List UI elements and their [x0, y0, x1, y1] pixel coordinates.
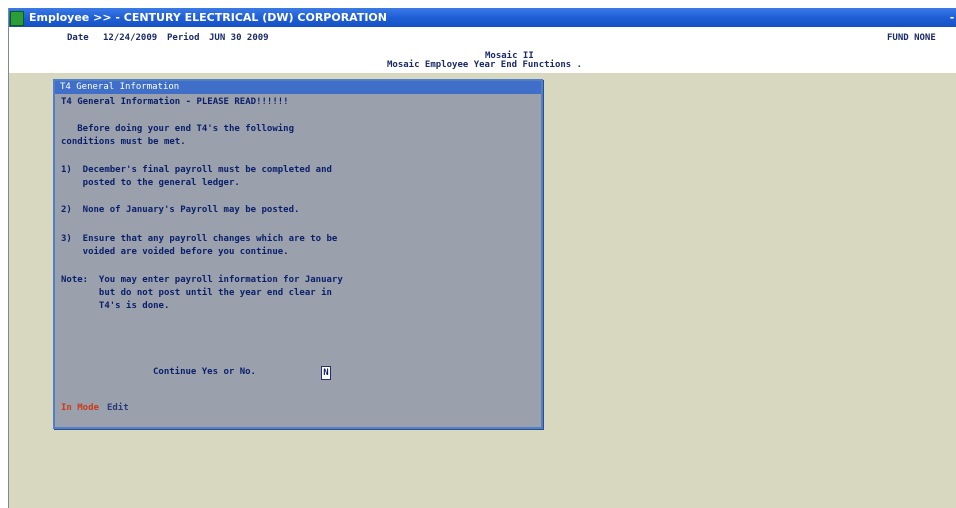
continue-prompt-label: Continue Yes or No. — [153, 367, 256, 377]
dialog-line: but do not post until the year end clear… — [61, 288, 332, 298]
dialog-line: 1) December's final payroll must be comp… — [61, 165, 332, 175]
dialog-line: posted to the general ledger. — [61, 178, 240, 188]
window-control[interactable]: - — [947, 8, 956, 27]
dialog-line: Before doing your end T4's the following — [61, 124, 294, 134]
t4-info-dialog: T4 General Information T4 General Inform… — [53, 79, 543, 429]
fund-label: FUND NONE — [887, 33, 936, 43]
date-label: Date — [67, 33, 89, 43]
status-mode: In Mode Edit — [61, 403, 129, 413]
screen-subtitle: Mosaic Employee Year End Functions . — [387, 60, 583, 70]
mode-value: Edit — [106, 403, 129, 413]
application-window: Employee >> - CENTURY ELECTRICAL (DW) CO… — [8, 8, 956, 508]
mode-label: In Mode — [61, 403, 99, 413]
period-value: JUN 30 2009 — [209, 33, 269, 43]
header-band: Date 12/24/2009 Period JUN 30 2009 Mosai… — [9, 27, 956, 73]
dialog-title[interactable]: T4 General Information — [55, 81, 541, 94]
period-label: Period — [167, 33, 200, 43]
dialog-line: Note: You may enter payroll information … — [61, 275, 343, 285]
window-title: Employee >> - CENTURY ELECTRICAL (DW) CO… — [29, 11, 387, 24]
title-bar[interactable]: Employee >> - CENTURY ELECTRICAL (DW) CO… — [9, 8, 956, 27]
dialog-line: 3) Ensure that any payroll changes which… — [61, 234, 338, 244]
dialog-line: conditions must be met. — [61, 137, 186, 147]
date-value: 12/24/2009 — [103, 33, 158, 43]
dialog-line: T4's is done. — [61, 301, 170, 311]
app-icon — [10, 11, 24, 26]
continue-input[interactable]: N — [321, 366, 331, 380]
dialog-line: voided are voided before you continue. — [61, 247, 289, 257]
dialog-line: T4 General Information - PLEASE READ!!!!… — [61, 97, 289, 107]
dialog-line: 2) None of January's Payroll may be post… — [61, 205, 300, 215]
